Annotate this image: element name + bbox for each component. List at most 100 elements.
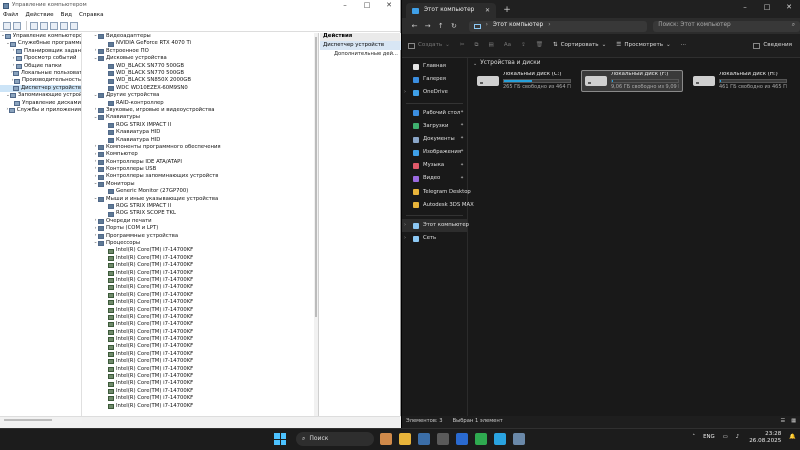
device-tree-item[interactable]: › Очереди печати: [83, 218, 318, 225]
notifications-icon[interactable]: 🔔: [789, 434, 796, 440]
device-tree-item[interactable]: Клавиатура HID: [83, 136, 318, 143]
nav-item[interactable]: Главная: [402, 60, 467, 73]
search-input[interactable]: Поиск: Этот компьютер ⌕: [653, 20, 800, 32]
device-tree-item[interactable]: Intel(R) Core(TM) i7-14700KF: [83, 373, 318, 380]
device-tree-item[interactable]: › Встроенное ПО: [83, 48, 318, 55]
nav-item[interactable]: › Сеть: [402, 232, 467, 245]
device-tree-item[interactable]: WD_BLACK SN770 500GB: [83, 70, 318, 77]
tree-item[interactable]: ›Локальные пользоват: [0, 70, 81, 77]
device-tree-item[interactable]: Intel(R) Core(TM) i7-14700KF: [83, 380, 318, 387]
refresh-icon[interactable]: ↻: [447, 22, 460, 30]
back-icon[interactable]: ←: [408, 22, 421, 30]
maximize-button[interactable]: □: [356, 2, 378, 9]
device-tree-item[interactable]: › Компоненты программного обеспечения: [83, 144, 318, 151]
tree-item[interactable]: › Производительность: [0, 77, 81, 84]
create-button[interactable]: Создать ⌄: [408, 42, 450, 49]
nav-item[interactable]: Изображения ✦: [402, 146, 467, 159]
device-tree-item[interactable]: ⌄ Клавиатуры: [83, 114, 318, 121]
nav-item[interactable]: Галерея: [402, 73, 467, 86]
device-tree-item[interactable]: Intel(R) Core(TM) i7-14700KF: [83, 358, 318, 365]
device-tree-item[interactable]: Клавиатура HID: [83, 129, 318, 136]
address-bar[interactable]: › Этот компьютер ›: [468, 20, 648, 32]
close-button[interactable]: ✕: [378, 2, 400, 9]
device-tree-item[interactable]: Intel(R) Core(TM) i7-14700KF: [83, 247, 318, 254]
device-tree-item[interactable]: NVIDIA GeForce RTX 4070 Ti: [83, 40, 318, 47]
devices-group-header[interactable]: ⌄ Устройства и диски: [469, 58, 800, 70]
up-level-icon[interactable]: [30, 21, 38, 30]
new-tab-button[interactable]: +: [500, 3, 514, 17]
sort-button[interactable]: ⇅ Сортировать ⌄: [553, 42, 606, 49]
device-tree-item[interactable]: Intel(R) Core(TM) i7-14700KF: [83, 262, 318, 269]
cut-icon[interactable]: ✂: [460, 42, 465, 49]
close-button[interactable]: ✕: [778, 0, 800, 14]
device-tree-item[interactable]: Intel(R) Core(TM) i7-14700KF: [83, 284, 318, 291]
chevron-up-icon[interactable]: ˄: [692, 434, 695, 440]
device-tree-item[interactable]: ROG STRIX IMPACT II: [83, 203, 318, 210]
nav-item[interactable]: Telegram Desktop: [402, 186, 471, 199]
tab-close-icon[interactable]: ✕: [485, 7, 490, 14]
nav-item[interactable]: Загрузки ✦: [402, 120, 467, 133]
help-icon[interactable]: [60, 21, 68, 30]
menu-file[interactable]: Файл: [3, 12, 18, 19]
device-tree-item[interactable]: Intel(R) Core(TM) i7-14700KF: [83, 306, 318, 313]
device-tree-item[interactable]: WDC WD10EZEX-60M9SN0: [83, 85, 318, 92]
pin-icon[interactable]: ✦: [460, 123, 464, 129]
tree-item[interactable]: ⌄ Служебные программы: [0, 40, 81, 47]
device-tree-item[interactable]: Intel(R) Core(TM) i7-14700KF: [83, 366, 318, 373]
tree-item[interactable]: ⌄Управление компьютером (л: [0, 33, 81, 40]
device-manager-icon[interactable]: [513, 433, 525, 445]
tree-item[interactable]: Диспетчер устройств: [0, 84, 81, 93]
device-tree-item[interactable]: ROG STRIX SCOPE TKL: [83, 210, 318, 217]
nav-item[interactable]: Документы ✦: [402, 133, 467, 146]
device-tree-item[interactable]: › Порты (COM и LPT): [83, 225, 318, 232]
view-button[interactable]: ☰ Просмотреть ⌄: [616, 42, 670, 49]
device-tree-item[interactable]: ⌄ Мониторы: [83, 181, 318, 188]
device-tree-item[interactable]: Intel(R) Core(TM) i7-14700KF: [83, 299, 318, 306]
pin-icon[interactable]: ✦: [460, 137, 464, 142]
more-actions-item[interactable]: Дополнительные дей...: [320, 50, 401, 59]
chevron-right-icon[interactable]: ›: [404, 223, 406, 228]
drive-tile[interactable]: Локальный диск (F:) 9,06 ГБ свободно из 9…: [581, 70, 683, 92]
nav-item[interactable]: Autodesk 3DS MAX: [402, 199, 474, 212]
maximize-button[interactable]: □: [756, 0, 778, 14]
device-tree-item[interactable]: Intel(R) Core(TM) i7-14700KF: [83, 403, 318, 410]
actions-section[interactable]: Диспетчер устройств: [320, 41, 401, 50]
device-tree-item[interactable]: Intel(R) Core(TM) i7-14700KF: [83, 321, 318, 328]
tree-item[interactable]: Управление дисками: [0, 100, 81, 107]
minimize-button[interactable]: –: [734, 0, 756, 14]
nav-item[interactable]: Видео ✦: [402, 173, 467, 186]
nav-item[interactable]: Рабочий стол ✦: [402, 107, 467, 120]
tree-item[interactable]: › Планировщик задан: [0, 48, 81, 55]
copy-icon[interactable]: ⧉: [475, 42, 479, 49]
device-tree-item[interactable]: ⌄ Другие устройства: [83, 92, 318, 99]
tree-item[interactable]: › Общие папки: [0, 63, 81, 70]
app-64-icon[interactable]: [456, 433, 468, 445]
chevron-right-icon[interactable]: ›: [404, 236, 406, 241]
device-tree-item[interactable]: Intel(R) Core(TM) i7-14700KF: [83, 336, 318, 343]
device-tree-item[interactable]: Intel(R) Core(TM) i7-14700KF: [83, 314, 318, 321]
nav-item[interactable]: Музыка ✦: [402, 159, 467, 172]
tree-item[interactable]: › Просмотр событий: [0, 55, 81, 62]
language-indicator[interactable]: ENG: [703, 434, 715, 440]
pin-icon[interactable]: ✦: [460, 176, 464, 182]
details-button[interactable]: Сведения: [753, 42, 792, 49]
rename-icon[interactable]: Aa: [504, 42, 511, 49]
volume-icon[interactable]: ♪: [736, 434, 739, 440]
calculator-icon[interactable]: [437, 433, 449, 445]
landscape-widget-icon[interactable]: [380, 433, 392, 445]
start-button[interactable]: [274, 433, 286, 445]
device-tree-item[interactable]: › Компьютер: [83, 151, 318, 158]
tree-item[interactable]: › Службы и приложения: [0, 107, 81, 114]
menu-action[interactable]: Действие: [25, 12, 53, 19]
share-icon[interactable]: ⇪: [521, 42, 526, 49]
pin-icon[interactable]: ✦: [460, 150, 464, 155]
drive-tile[interactable]: Локальный диск (H:) 461 ГБ свободно из 46…: [689, 70, 791, 92]
device-tree-item[interactable]: › Звуковые, игровые и видеоустройства: [83, 107, 318, 114]
device-tree-item[interactable]: › Контроллеры запоминающих устройств: [83, 173, 318, 180]
device-tree-item[interactable]: Intel(R) Core(TM) i7-14700KF: [83, 255, 318, 262]
tab-this-pc[interactable]: Этот компьютер ✕: [406, 3, 496, 18]
device-tree-item[interactable]: RAID-контроллер: [83, 100, 318, 107]
device-tree-item[interactable]: › Контроллеры USB: [83, 166, 318, 173]
show-tree-icon[interactable]: [40, 21, 48, 30]
device-tree-item[interactable]: ⌄ Мыши и иные указывающие устройства: [83, 196, 318, 203]
